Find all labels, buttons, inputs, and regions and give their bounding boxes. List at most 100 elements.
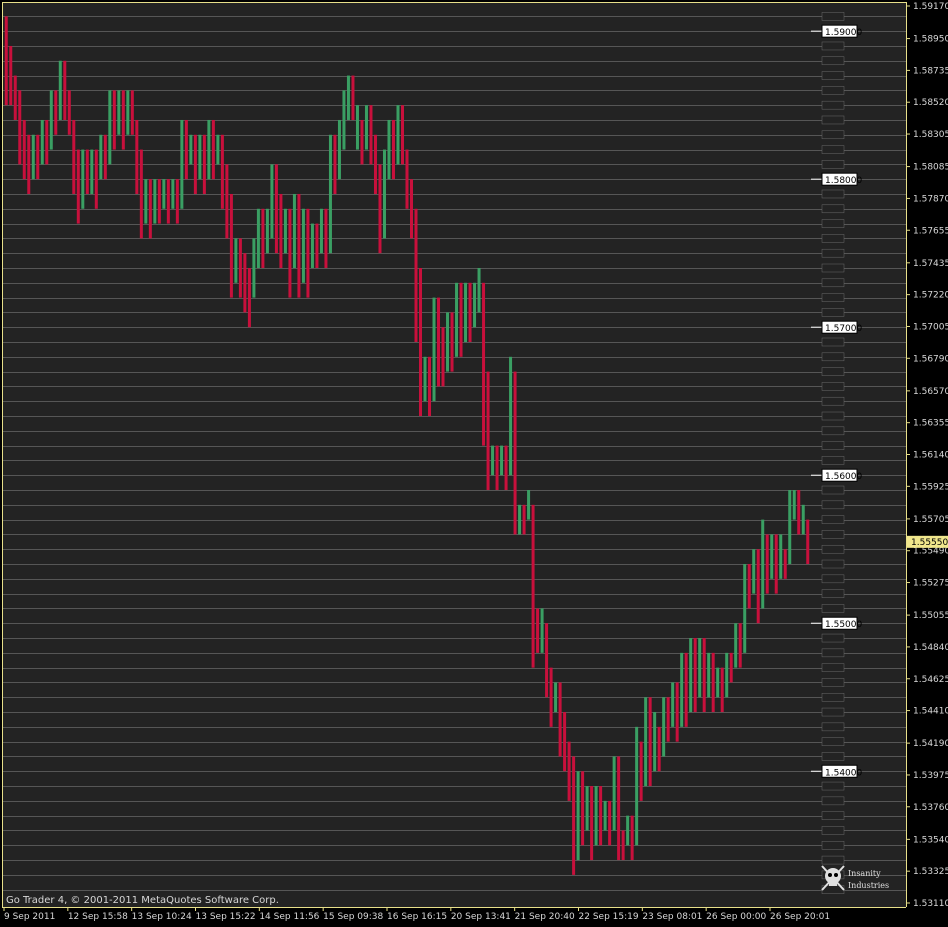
down-bar [27, 134, 31, 194]
time-tick-label: 13 Sep 10:24 [132, 912, 192, 922]
down-bar [545, 623, 549, 698]
up-bar [40, 119, 44, 165]
level-tag [821, 396, 845, 406]
level-tag [821, 41, 845, 51]
logo-line2: Industries [848, 881, 889, 890]
up-bar [189, 134, 193, 165]
price-tick-label: 1.58735 [913, 66, 948, 76]
current-price-label: 1.55550 [911, 538, 948, 548]
price-tick-label: 1.58085 [913, 163, 948, 173]
up-bar [576, 771, 580, 861]
down-bar [324, 208, 328, 268]
up-bar [554, 682, 558, 713]
price-tick-label: 1.56355 [913, 419, 948, 429]
down-bar [630, 815, 634, 861]
up-bar [49, 90, 53, 150]
time-tick-label: 26 Sep 00:00 [706, 912, 766, 922]
up-bar [792, 490, 796, 520]
down-bar [774, 534, 778, 594]
price-tick-label: 1.53540 [913, 835, 948, 845]
up-bar [473, 282, 477, 328]
down-bar [581, 771, 585, 846]
up-bar [752, 549, 756, 594]
down-bar [599, 786, 603, 846]
price-tick-label: 1.56140 [913, 451, 948, 461]
up-bar [328, 134, 332, 254]
price-tick-label: 1.55275 [913, 579, 948, 589]
down-bar [702, 638, 706, 713]
up-bar [432, 297, 436, 402]
down-bar [522, 504, 526, 535]
down-bar [504, 445, 508, 491]
time-axis: 9 Sep 2011 12 Sep 15:58 13 Sep 10:24 13 Sep… [3, 907, 830, 922]
price-tick-label: 1.55055 [913, 611, 948, 621]
up-bar [761, 519, 765, 609]
level-tag [821, 12, 845, 21]
down-bar [486, 371, 490, 491]
time-tick-label: 23 Sep 08:01 [642, 912, 702, 922]
down-bar [419, 267, 423, 417]
level-tag [821, 337, 845, 347]
price-tick-label: 1.57655 [913, 226, 948, 236]
up-bar [180, 119, 184, 209]
price-tick-label: 1.54410 [913, 707, 948, 717]
up-bar [644, 697, 648, 787]
time-tick-label: 16 Sep 16:15 [387, 912, 447, 922]
level-tag [821, 663, 845, 672]
down-bar [72, 119, 76, 194]
time-tick-label: 22 Sep 15:19 [579, 912, 639, 922]
time-tick-label: 26 Sep 20:01 [770, 912, 830, 922]
level-tag [821, 811, 845, 820]
up-bar [707, 652, 711, 698]
level-tag [821, 574, 845, 584]
down-bar [238, 238, 242, 298]
price-tick-label: 1.58305 [913, 130, 948, 140]
down-bar [765, 534, 769, 594]
level-tag [821, 559, 845, 569]
price-tick-label: 1.56570 [913, 387, 948, 397]
down-bar [175, 179, 179, 224]
price-tick-label: 1.58950 [913, 35, 948, 45]
up-bar [477, 267, 481, 313]
up-bar [671, 682, 675, 727]
up-bar [171, 179, 175, 209]
renko-chart[interactable]: 1.59000 1.58000 1.57000 1.56000 1.55000 1.540… [0, 0, 948, 927]
up-bar [518, 504, 522, 535]
price-tick-label: 1.54625 [913, 675, 948, 685]
down-bar [567, 741, 571, 801]
down-bar [513, 371, 517, 535]
up-bar [603, 800, 607, 831]
price-tick-label: 1.57870 [913, 194, 948, 204]
down-bar [797, 490, 801, 535]
price-tick-label: 1.56790 [913, 354, 948, 364]
down-bar [729, 652, 733, 683]
level-tag [821, 234, 845, 243]
down-bar [306, 208, 310, 298]
down-bar [279, 193, 283, 268]
price-tick-label: 1.59170 [913, 2, 948, 12]
down-bar [617, 756, 621, 861]
logo-line1: Insanity [848, 869, 881, 878]
down-bar [333, 134, 337, 194]
price-axis: 1.59170 1.58950 1.58735 1.58520 1.58305 1.580… [906, 2, 948, 909]
current-price-tag: 1.55550 [907, 535, 948, 548]
down-bar [441, 327, 445, 387]
up-bar [252, 238, 256, 298]
up-bar [716, 667, 720, 698]
up-bar [81, 149, 85, 209]
down-bar [202, 134, 206, 194]
price-tick-label: 1.57435 [913, 259, 948, 269]
level-tag [821, 796, 845, 806]
down-bar [67, 90, 71, 135]
level-tag [821, 456, 845, 465]
down-bar [184, 119, 188, 180]
down-bar [315, 223, 319, 268]
down-bar [747, 564, 751, 609]
up-bar [423, 356, 427, 402]
level-tag [821, 826, 845, 835]
down-bar [166, 179, 170, 224]
level-tag [821, 189, 845, 199]
time-tick-label: 14 Sep 11:56 [259, 912, 319, 922]
time-tick-label: 20 Sep 13:41 [451, 912, 511, 922]
down-bar [563, 712, 567, 772]
